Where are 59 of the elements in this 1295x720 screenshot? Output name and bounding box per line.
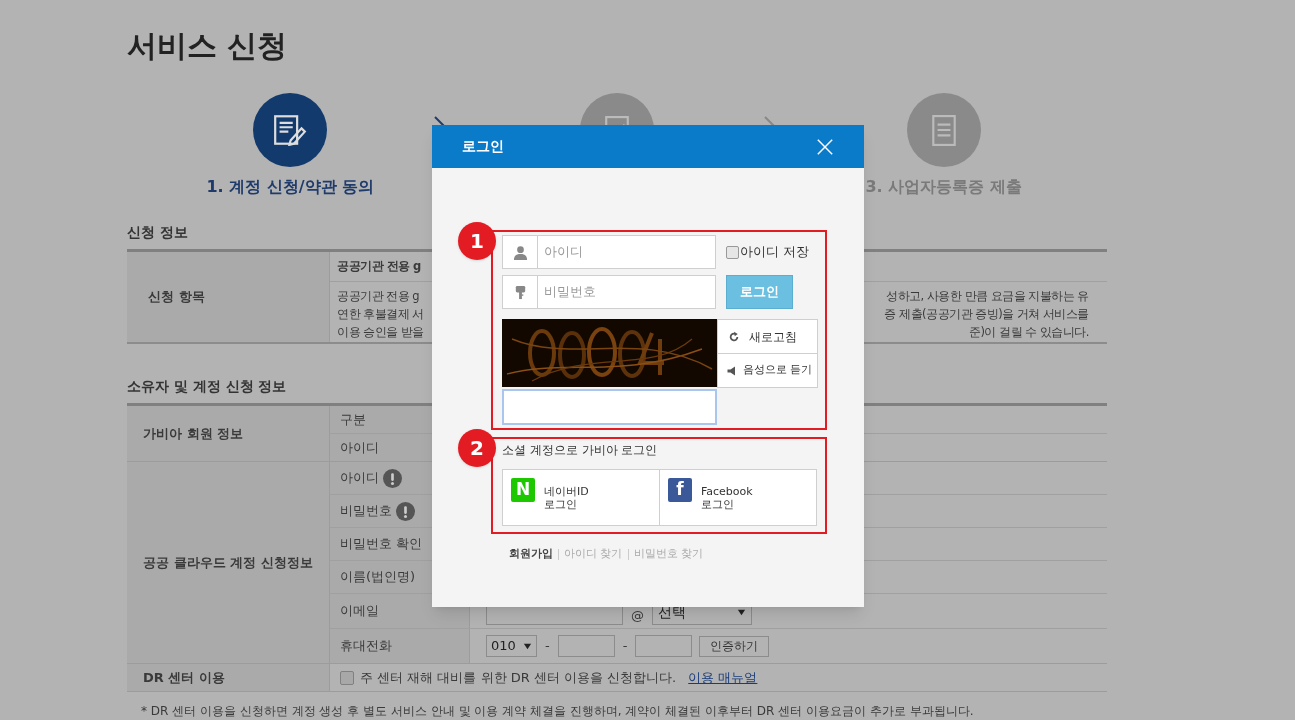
checkbox-label: 주 센터 재해 대비를 위한 DR 센터 이용을 신청합니다. — [360, 668, 677, 687]
step-marker: 2 — [458, 429, 496, 467]
dash: - — [622, 637, 628, 656]
speaker-icon — [726, 364, 738, 377]
step-label: 3. 사업자등록증 제출 — [865, 176, 1022, 198]
row-header: 공공 클라우드 계정 신청정보 — [143, 553, 313, 572]
step-marker: 1 — [458, 222, 496, 260]
password-field[interactable]: 비밀번호 — [502, 275, 716, 309]
user-icon — [512, 244, 528, 260]
service-name: 공공기관 전용 g — [337, 257, 421, 275]
caret-icon — [523, 641, 532, 651]
social-login-button[interactable]: N 네이버ID 로그인 — [503, 470, 659, 525]
captcha-field[interactable] — [502, 389, 717, 425]
footer-link[interactable]: 회원가입 — [509, 546, 553, 563]
field-label: 이름(법인명) — [340, 568, 416, 587]
section-heading: 신청 정보 — [127, 223, 188, 242]
description-text: 증 제출(공공기관 증빙)을 거쳐 서비스를 — [884, 306, 1089, 323]
caret-icon — [737, 607, 746, 617]
row-header: DR 센터 이용 — [143, 668, 225, 687]
document-icon — [931, 114, 956, 146]
field-label: 아이디 — [340, 469, 379, 488]
verify-button[interactable]: 인증하기 — [699, 635, 770, 657]
description-text: 연한 후불결제 서 — [337, 306, 424, 323]
row-header: 신청 항목 — [148, 288, 205, 307]
id-input[interactable]: 아이디 — [538, 236, 715, 268]
description-text: 준)이 걸릴 수 있습니다. — [967, 324, 1089, 341]
social-login-button[interactable]: f Facebook 로그인 — [659, 470, 816, 525]
refresh-button[interactable]: 새로고침 — [718, 320, 817, 354]
phone-field[interactable] — [635, 635, 693, 657]
page-title: 서비스 신청 — [127, 27, 289, 65]
checkbox-label: 아이디 저장 — [740, 243, 810, 262]
field-label: 이메일 — [340, 602, 379, 621]
row-header: 가비아 회원 정보 — [143, 424, 244, 443]
field-label: 구분 — [340, 410, 366, 429]
manual-link[interactable]: 이용 매뉴얼 — [688, 667, 758, 688]
social-heading: 소셜 계정으로 가비아 로그인 — [502, 442, 659, 458]
field-label: 비밀번호 — [340, 502, 392, 521]
field-label: 휴대전화 — [340, 637, 392, 656]
prefix-select[interactable]: 010 — [486, 635, 537, 657]
step-label: 1. 계정 신청/약관 동의 — [206, 176, 375, 198]
password-input[interactable]: 비밀번호 — [538, 276, 715, 308]
close-icon[interactable] — [816, 137, 834, 156]
dialog-title: 로그인 — [462, 137, 504, 156]
dash: - — [545, 637, 550, 656]
refresh-icon — [728, 330, 740, 343]
footnote: * DR 센터 이용을 신청하면 계정 생성 후 별도 서비스 안내 및 이용 계약 체결을 진행하며, 계약이 체결된 이후부터 DR 센터 이용요금이 추가로 부과됩니다. — [141, 704, 974, 718]
id-field[interactable]: 아이디 — [502, 235, 716, 269]
phone-field[interactable] — [557, 635, 615, 657]
field-label: 아이디 — [340, 438, 379, 457]
description-text: 성하고, 사용한 만큼 요금을 지불하는 유 — [885, 288, 1089, 305]
field-label: 비밀번호 확인 — [340, 535, 423, 554]
checkbox[interactable] — [726, 245, 739, 259]
document-pencil-icon — [273, 114, 308, 146]
at-sign: @ — [631, 606, 644, 625]
description-text: 이용 승인을 받을 — [337, 324, 424, 341]
section-heading: 소유자 및 계정 신청 정보 — [127, 377, 287, 396]
description-text: 공공기관 전용 g — [337, 288, 421, 305]
checkbox[interactable] — [340, 670, 354, 685]
audio-button[interactable]: 음성으로 듣기 — [718, 354, 817, 387]
